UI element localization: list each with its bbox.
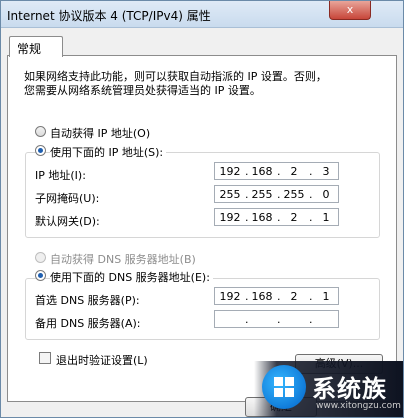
- octet: 255: [219, 188, 241, 201]
- watermark-text: 系统族: [312, 375, 387, 403]
- octet: 1: [322, 211, 330, 224]
- auto-ip-label[interactable]: 自动获得 IP 地址(O): [50, 125, 150, 141]
- general-panel: 如果网络支持此功能，则可以获取自动指派的 IP 设置。否则， 您需要从网络系统管…: [7, 55, 397, 402]
- watermark: 系统族 www.xitongzu.com: [254, 361, 403, 417]
- tab-general[interactable]: 常规: [9, 36, 63, 57]
- manual-dns-label[interactable]: 使用下面的 DNS 服务器地址(E):: [50, 269, 213, 285]
- validate-settings-checkbox[interactable]: [39, 352, 51, 364]
- alternate-dns-label: 备用 DNS 服务器(A):: [35, 317, 141, 330]
- validate-settings-label[interactable]: 退出时验证设置(L): [56, 352, 148, 368]
- octet: 168: [251, 290, 273, 303]
- ip-address-field[interactable]: 192 . 168 . 2 . 3: [214, 162, 339, 180]
- description-line-2: 您需要从网络系统管理员处获得适当的 IP 设置。: [24, 84, 261, 97]
- radio-auto-ip[interactable]: [35, 126, 46, 137]
- radio-manual-dns[interactable]: [35, 270, 46, 281]
- octet: 255: [283, 188, 305, 201]
- alternate-dns-field[interactable]: . . .: [214, 310, 339, 328]
- preferred-dns-label: 首选 DNS 服务器(P):: [35, 294, 140, 307]
- ip-address-label: IP 地址(I):: [35, 169, 86, 182]
- window-title: Internet 协议版本 4 (TCP/IPv4) 属性: [7, 9, 211, 23]
- octet: 1: [322, 290, 330, 303]
- octet: 255: [251, 188, 273, 201]
- preferred-dns-field[interactable]: 192 . 168 . 2 . 1: [214, 287, 339, 305]
- radio-manual-ip[interactable]: [35, 145, 46, 156]
- tab-general-label: 常规: [17, 42, 42, 56]
- subnet-mask-label: 子网掩码(U):: [35, 192, 100, 205]
- close-button[interactable]: x: [329, 1, 371, 20]
- octet: 168: [251, 211, 273, 224]
- octet: 192: [219, 290, 241, 303]
- title-bar[interactable]: Internet 协议版本 4 (TCP/IPv4) 属性 x: [1, 1, 403, 28]
- octet: 2: [290, 211, 298, 224]
- auto-dns-label[interactable]: 自动获得 DNS 服务器地址(B): [50, 251, 196, 267]
- octet: 2: [290, 165, 298, 178]
- radio-auto-dns[interactable]: [35, 252, 46, 263]
- octet: 192: [219, 165, 241, 178]
- tcpip-properties-dialog: Internet 协议版本 4 (TCP/IPv4) 属性 x 常规 如果网络支…: [0, 0, 404, 418]
- watermark-url: www.xitongzu.com: [316, 401, 401, 411]
- windows-logo-icon: [262, 365, 306, 409]
- octet: 0: [322, 188, 330, 201]
- octet: 168: [251, 165, 273, 178]
- default-gateway-label: 默认网关(D):: [35, 215, 100, 228]
- octet: 3: [322, 165, 330, 178]
- manual-ip-label[interactable]: 使用下面的 IP 地址(S):: [50, 144, 167, 160]
- octet: 2: [290, 290, 298, 303]
- default-gateway-field[interactable]: 192 . 168 . 2 . 1: [214, 208, 339, 226]
- subnet-mask-field[interactable]: 255 . 255 . 255 . 0: [214, 185, 339, 203]
- octet: 192: [219, 211, 241, 224]
